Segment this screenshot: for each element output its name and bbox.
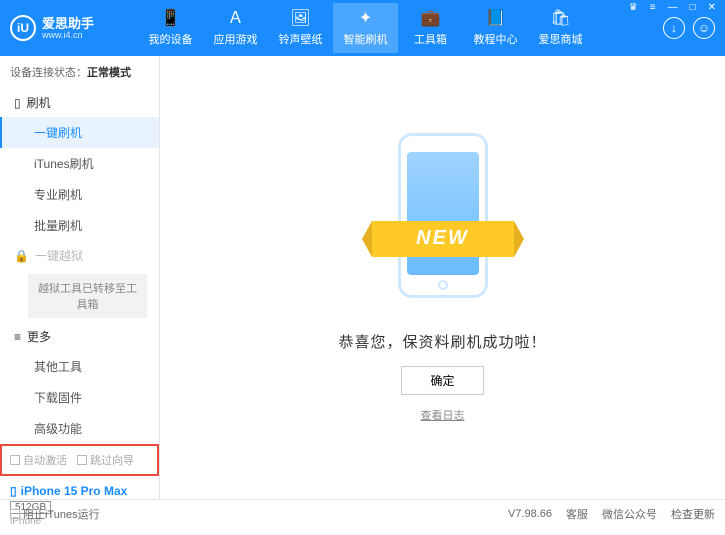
device-icon: ▯ — [14, 96, 21, 110]
logo-icon: iU — [10, 15, 36, 41]
titlebar-gift-icon[interactable]: ♛ — [626, 2, 641, 13]
main-content: NEW 恭喜您，保资料刷机成功啦！ 确定 查看日志 — [160, 56, 725, 499]
nav-item-3[interactable]: ✦智能刷机 — [333, 3, 398, 52]
nav-item-0[interactable]: 📱我的设备 — [138, 3, 203, 52]
nav-icon: Ａ — [203, 9, 268, 28]
new-ribbon: NEW — [372, 221, 514, 257]
success-message: 恭喜您，保资料刷机成功啦！ — [338, 331, 546, 352]
nav-item-6[interactable]: 🛍爱思商城 — [528, 3, 593, 52]
nav-item-4[interactable]: 💼工具箱 — [398, 3, 463, 52]
app-logo: iU 爱思助手 www.i4.cn — [10, 15, 138, 41]
logo-subtitle: www.i4.cn — [42, 30, 94, 40]
view-log-link[interactable]: 查看日志 — [421, 407, 465, 423]
auto-activate-checkbox[interactable]: 自动激活 — [10, 452, 67, 468]
jailbreak-moved-note: 越狱工具已转移至工具箱 — [28, 274, 147, 318]
nav-item-1[interactable]: Ａ应用游戏 — [203, 3, 268, 52]
sidebar-item-flash-1[interactable]: iTunes刷机 — [0, 148, 159, 179]
sidebar-group-jailbreak[interactable]: 🔒 一键越狱 — [0, 241, 159, 270]
phone-icon: ▯ — [10, 484, 17, 498]
nav-icon: 📘 — [463, 9, 528, 28]
sidebar: 设备连接状态：正常模式 ▯ 刷机 一键刷机iTunes刷机专业刷机批量刷机 🔒 … — [0, 56, 160, 499]
phone-illustration: NEW — [378, 133, 508, 313]
sidebar-item-flash-3[interactable]: 批量刷机 — [0, 210, 159, 241]
nav-item-2[interactable]: 🖼铃声壁纸 — [268, 3, 333, 52]
nav-icon: 💼 — [398, 9, 463, 28]
nav-icon: 🛍 — [528, 9, 593, 28]
nav-icon: 📱 — [138, 9, 203, 28]
sidebar-item-more-1[interactable]: 下载固件 — [0, 382, 159, 413]
more-icon: ≡ — [14, 330, 21, 344]
footer-link-support[interactable]: 客服 — [566, 506, 588, 522]
connection-status: 设备连接状态：正常模式 — [0, 56, 159, 88]
sidebar-item-flash-0[interactable]: 一键刷机 — [0, 117, 159, 148]
app-header: iU 爱思助手 www.i4.cn 📱我的设备Ａ应用游戏🖼铃声壁纸✦智能刷机💼工… — [0, 0, 725, 56]
block-itunes-checkbox[interactable]: 阻止iTunes运行 — [10, 506, 100, 522]
window-minimize-icon[interactable]: — — [665, 2, 681, 13]
lock-icon: 🔒 — [14, 249, 29, 263]
titlebar-menu-icon[interactable]: ≡ — [647, 2, 659, 13]
window-close-icon[interactable]: ✕ — [705, 2, 719, 13]
nav-icon: 🖼 — [268, 9, 333, 28]
sidebar-group-flash[interactable]: ▯ 刷机 — [0, 88, 159, 117]
sidebar-item-flash-2[interactable]: 专业刷机 — [0, 179, 159, 210]
user-icon[interactable]: ☺ — [693, 17, 715, 39]
options-highlight: 自动激活 跳过向导 — [0, 444, 159, 476]
logo-title: 爱思助手 — [42, 17, 94, 30]
nav-icon: ✦ — [333, 9, 398, 28]
sidebar-group-more[interactable]: ≡ 更多 — [0, 322, 159, 351]
sidebar-item-more-2[interactable]: 高级功能 — [0, 413, 159, 444]
ok-button[interactable]: 确定 — [401, 366, 483, 395]
sidebar-item-more-0[interactable]: 其他工具 — [0, 351, 159, 382]
footer-link-update[interactable]: 检查更新 — [671, 506, 715, 522]
skip-guide-checkbox[interactable]: 跳过向导 — [77, 452, 134, 468]
version-label: V7.98.66 — [508, 508, 552, 520]
nav-item-5[interactable]: 📘教程中心 — [463, 3, 528, 52]
window-maximize-icon[interactable]: □ — [687, 2, 699, 13]
top-nav: 📱我的设备Ａ应用游戏🖼铃声壁纸✦智能刷机💼工具箱📘教程中心🛍爱思商城 — [138, 3, 663, 52]
download-icon[interactable]: ↓ — [663, 17, 685, 39]
footer-link-wechat[interactable]: 微信公众号 — [602, 506, 657, 522]
